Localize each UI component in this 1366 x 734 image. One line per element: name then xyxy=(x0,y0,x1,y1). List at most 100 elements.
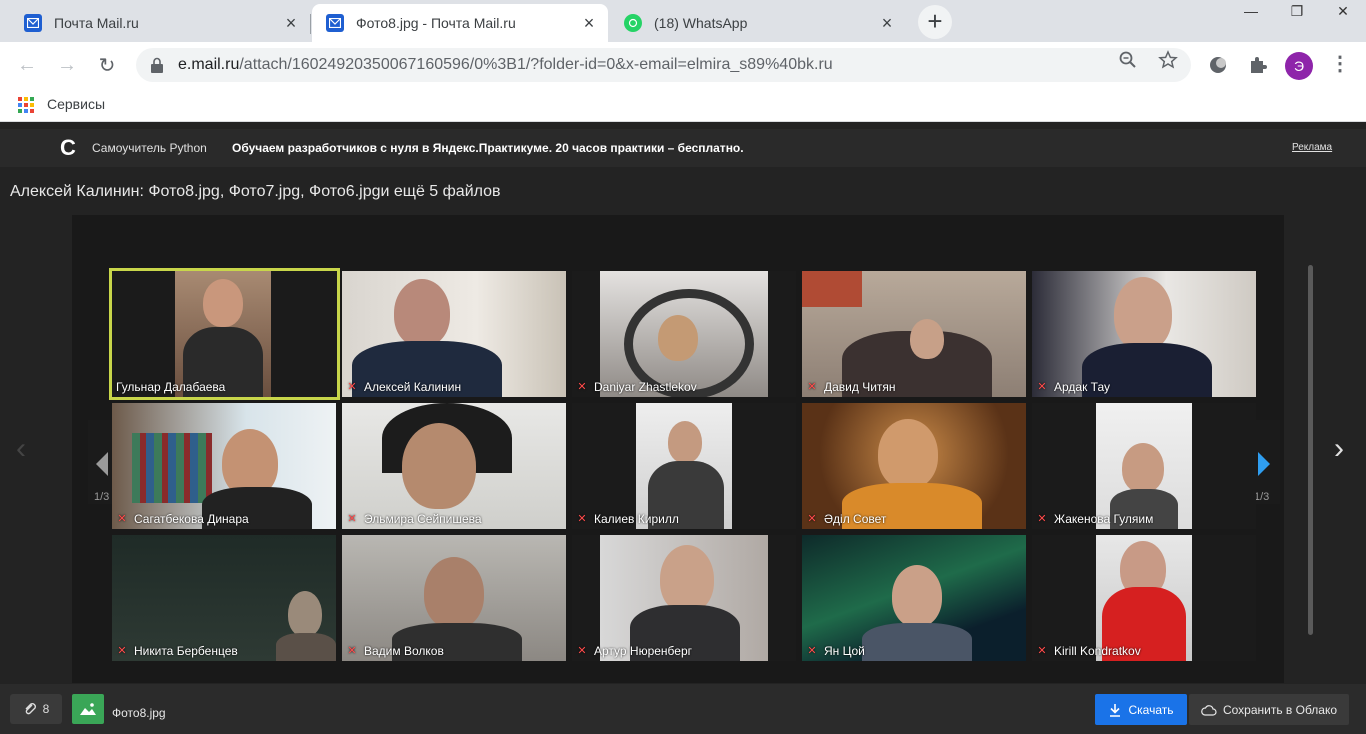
participant-name: ✕ Вадим Волков xyxy=(346,643,444,659)
video-tile: ✕ Ардак Тау xyxy=(1032,271,1256,397)
attachment-filename[interactable]: Фото8.jpg xyxy=(112,706,166,720)
browser-tab-strip: Почта Mail.ru × Фото8.jpg - Почта Mail.r… xyxy=(0,0,1366,42)
bookmark-services[interactable]: Сервисы xyxy=(47,96,105,112)
participant-name: ✕ Артур Нюренберг xyxy=(576,643,692,659)
participant-name-text: Алексей Калинин xyxy=(364,380,462,394)
ad-text[interactable]: Обучаем разработчиков с нуля в Яндекс.Пр… xyxy=(232,141,744,155)
tab-whatsapp[interactable]: (18) WhatsApp × xyxy=(610,4,906,42)
participant-name-text: Калиев Кирилл xyxy=(594,512,679,526)
window-controls: — ❐ ✕ xyxy=(1228,0,1366,24)
participant-name: ✕ Давид Читян xyxy=(806,379,896,395)
paperclip-icon xyxy=(25,703,36,715)
participant-name: ✕ Эльмира Сейпишева xyxy=(346,511,482,527)
browser-toolbar: ← → ↻ e.mail.ru/attach/16024920350067160… xyxy=(0,42,1366,88)
participant-name: ✕ Никита Бербенцев xyxy=(116,643,237,659)
muted-mic-icon: ✕ xyxy=(577,513,587,525)
new-tab-button[interactable]: + xyxy=(918,5,952,39)
participant-name-text: Ян Цой xyxy=(824,644,865,658)
participant-name: ✕ Әділ Совет xyxy=(806,511,886,527)
video-tile: ✕ Артур Нюренберг xyxy=(572,535,796,661)
muted-mic-icon: ✕ xyxy=(577,645,587,657)
participant-name-text: Давид Читян xyxy=(824,380,896,394)
participant-name-text: Әділ Совет xyxy=(824,512,887,526)
download-icon xyxy=(1109,703,1120,717)
download-button[interactable]: Скачать xyxy=(1095,694,1187,725)
muted-mic-icon: ✕ xyxy=(347,513,357,525)
muted-mic-icon: ✕ xyxy=(117,513,127,525)
muted-mic-icon: ✕ xyxy=(347,645,357,657)
profile-avatar[interactable]: Э xyxy=(1285,52,1313,80)
close-icon[interactable]: × xyxy=(878,14,896,32)
reload-icon[interactable]: ↻ xyxy=(94,52,120,78)
video-tile: ✕ Эльмира Сейпишева xyxy=(342,403,566,529)
ad-banner[interactable]: C Самоучитель Python Обучаем разработчик… xyxy=(0,129,1366,167)
video-tile: ✕ Ян Цой xyxy=(802,535,1026,661)
video-tile: ✕ Kirill Kondratkov xyxy=(1032,535,1256,661)
video-tile: ✕ Давид Читян xyxy=(802,271,1026,397)
prev-attachment-arrow-icon[interactable]: ‹ xyxy=(16,432,26,466)
page-indicator-right: 1/3 xyxy=(1254,491,1270,503)
participant-name-text: Гульнар Далабаева xyxy=(116,380,226,394)
extension-circle-icon[interactable] xyxy=(1207,54,1229,76)
page-indicator-left: 1/3 xyxy=(94,491,110,503)
participant-name: ✕ Калиев Кирилл xyxy=(576,511,679,527)
ad-label-link[interactable]: Реклама xyxy=(1292,142,1332,153)
back-arrow-icon[interactable]: ← xyxy=(14,52,40,78)
video-tile: ✕ Калиев Кирилл xyxy=(572,403,796,529)
muted-mic-icon: ✕ xyxy=(117,645,127,657)
close-icon[interactable]: × xyxy=(282,14,300,32)
address-bar[interactable]: e.mail.ru/attach/16024920350067160596/0%… xyxy=(136,48,1191,82)
muted-mic-icon: ✕ xyxy=(577,381,587,393)
tab-photo[interactable]: Фото8.jpg - Почта Mail.ru × xyxy=(312,4,608,42)
video-tile: ✕ Daniyar Zhastlekov xyxy=(572,271,796,397)
video-tile: ✕ Никита Бербенцев xyxy=(112,535,336,661)
next-attachment-arrow-icon[interactable]: › xyxy=(1334,432,1344,466)
window-close-icon[interactable]: ✕ xyxy=(1320,0,1366,22)
tab-mail[interactable]: Почта Mail.ru × xyxy=(10,4,310,42)
participant-name-text: Вадим Волков xyxy=(364,644,444,658)
more-menu-icon[interactable]: ⋮ xyxy=(1330,52,1350,78)
zoom-icon[interactable] xyxy=(1118,50,1138,70)
bookmarks-bar: Сервисы xyxy=(0,88,1366,122)
participant-name: Гульнар Далабаева xyxy=(116,379,225,395)
participant-name-text: Сагатбекова Динара xyxy=(134,512,249,526)
participant-name-text: Артур Нюренберг xyxy=(594,644,693,658)
bookmark-star-icon[interactable] xyxy=(1158,50,1178,70)
puzzle-icon[interactable] xyxy=(1247,54,1269,76)
scrollbar[interactable] xyxy=(1308,265,1313,635)
restore-icon[interactable]: ❐ xyxy=(1274,0,1320,22)
close-icon[interactable]: × xyxy=(580,14,598,32)
lock-icon xyxy=(151,57,163,73)
participant-name-text: Daniyar Zhastlekov xyxy=(594,380,697,394)
participant-name: ✕ Ян Цой xyxy=(806,643,865,659)
muted-mic-icon: ✕ xyxy=(1037,381,1047,393)
video-tile: ✕ Жакенова Гуляим xyxy=(1032,403,1256,529)
apps-grid-icon[interactable] xyxy=(18,97,34,113)
minimize-icon[interactable]: — xyxy=(1228,0,1274,22)
muted-mic-icon: ✕ xyxy=(347,381,357,393)
video-tile: ✕ Вадим Волков xyxy=(342,535,566,661)
tab-title: Почта Mail.ru xyxy=(54,15,139,31)
chevron-right-icon xyxy=(1258,452,1270,476)
participant-name-text: Эльмира Сейпишева xyxy=(364,512,482,526)
whatsapp-icon xyxy=(624,14,642,32)
attachments-count-button[interactable]: 8 xyxy=(10,694,62,724)
video-tile: ✕ Сагатбекова Динара xyxy=(112,403,336,529)
participant-name: ✕ Kirill Kondratkov xyxy=(1036,643,1140,659)
video-tile: ✕ Әділ Совет xyxy=(802,403,1026,529)
url-host: e.mail.ru xyxy=(178,56,240,73)
muted-mic-icon: ✕ xyxy=(1037,645,1047,657)
mail-icon xyxy=(24,14,42,32)
tab-title: (18) WhatsApp xyxy=(654,15,748,31)
download-label: Скачать xyxy=(1128,702,1174,717)
save-to-cloud-button[interactable]: Сохранить в Облако xyxy=(1189,694,1349,725)
video-tile: Гульнар Далабаева xyxy=(109,268,340,400)
attachment-title: Алексей Калинин: Фото8.jpg, Фото7.jpg, Ф… xyxy=(10,183,501,200)
muted-mic-icon: ✕ xyxy=(807,645,817,657)
save-to-cloud-label: Сохранить в Облако xyxy=(1222,702,1338,717)
attachment-thumbnail[interactable] xyxy=(72,694,104,724)
ad-title[interactable]: Самоучитель Python xyxy=(92,141,207,155)
forward-arrow-icon[interactable]: → xyxy=(54,52,80,78)
image-icon xyxy=(80,703,96,715)
muted-mic-icon: ✕ xyxy=(1037,513,1047,525)
